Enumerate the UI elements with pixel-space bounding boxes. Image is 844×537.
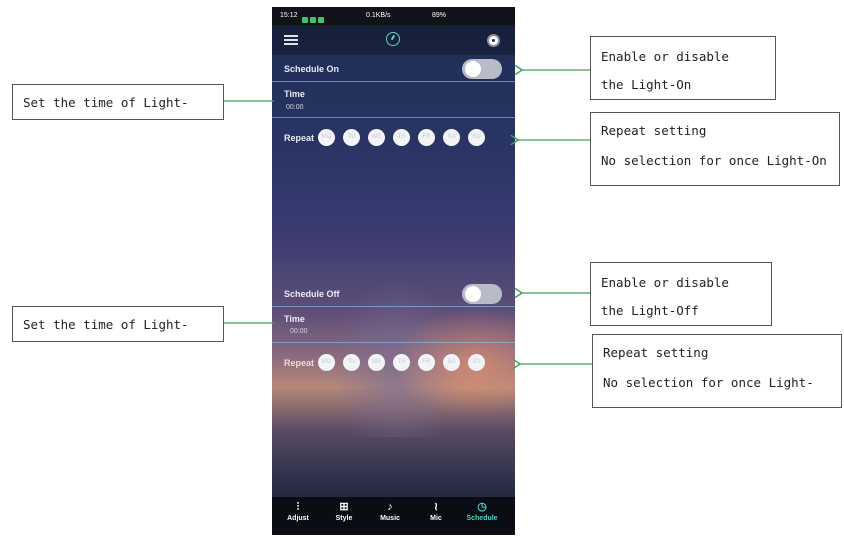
annotation-text: Set the time of Light- (23, 317, 189, 332)
annotation-set-time-off: Set the time of Light- (12, 306, 224, 342)
annotation-line-1: Repeat setting (603, 345, 709, 360)
annotation-enable-off: Enable or disable the Light-Off (590, 262, 772, 326)
annotation-repeat-on: Repeat setting No selection for once Lig… (590, 112, 840, 186)
annotation-set-time-on: Set the time of Light- (12, 84, 224, 120)
annotation-line-2: the Light-On (601, 77, 692, 92)
annotation-line-2: No selection for once Light-On (601, 153, 827, 168)
annotation-line-1: Enable or disable (601, 49, 729, 64)
annotation-enable-on: Enable or disable the Light-On (590, 36, 776, 100)
annotation-line-1: Enable or disable (601, 275, 729, 290)
annotation-repeat-off: Repeat setting No selection for once Lig… (592, 334, 842, 408)
annotation-line-2: No selection for once Light- (603, 375, 814, 390)
annotation-line-1: Repeat setting (601, 123, 707, 138)
annotation-line-2: the Light-Off (601, 303, 699, 318)
annotation-text: Set the time of Light- (23, 95, 189, 110)
